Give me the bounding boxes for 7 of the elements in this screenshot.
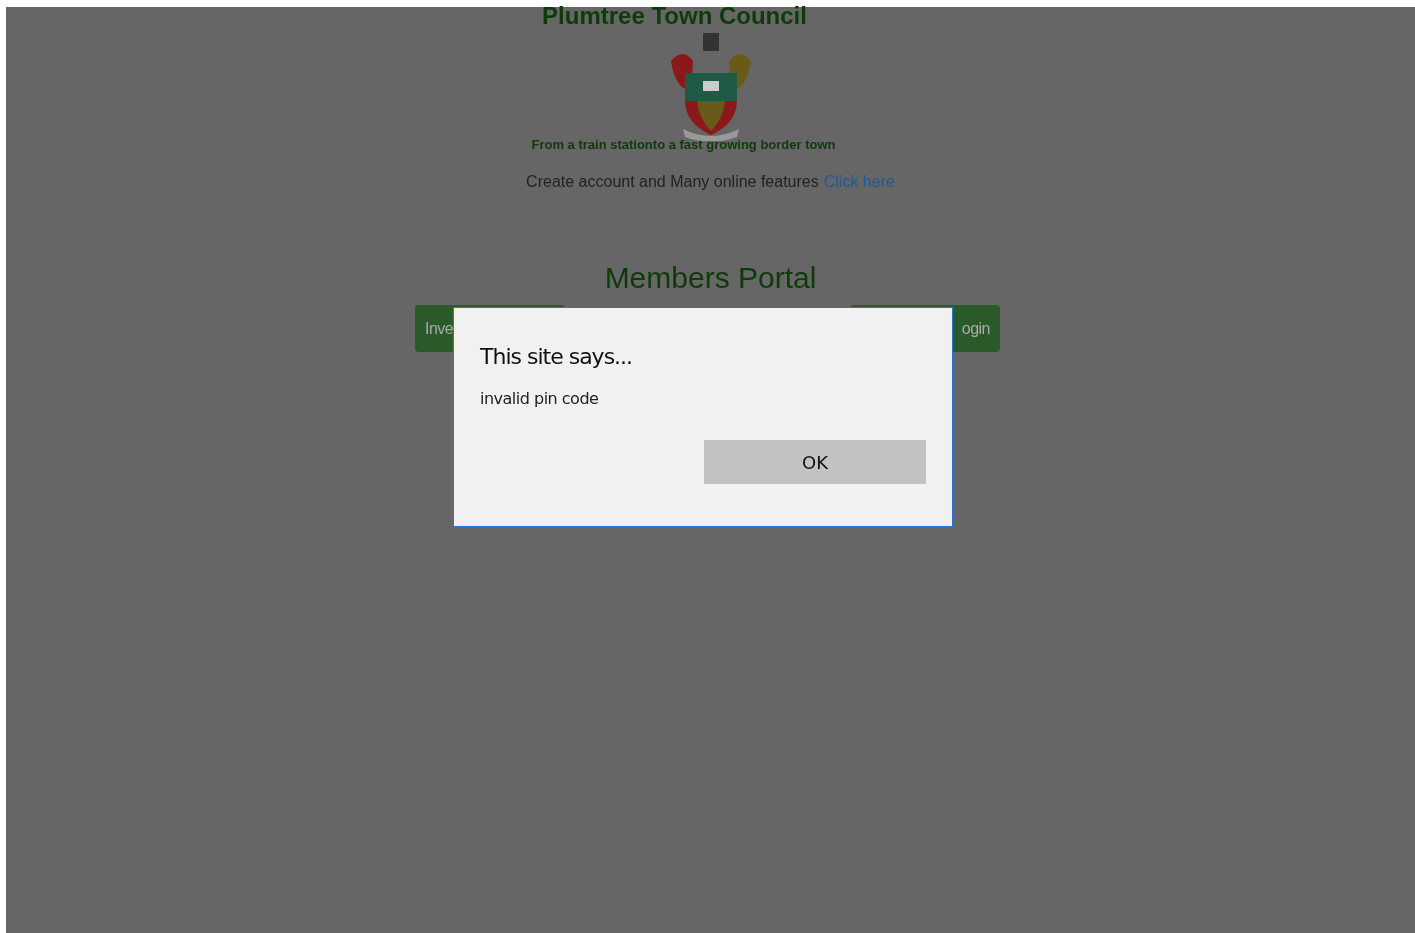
dialog-title: This site says... [480,344,634,369]
promo-text: Create account and Many online features [526,173,819,191]
dialog-message: invalid pin code [480,389,600,408]
slogan-text: From a train stationto a fast growing border town [531,137,836,152]
portal-title: Members Portal [604,261,817,295]
site-title: Plumtree Town Council [542,7,807,25]
ok-button[interactable]: OK [704,440,926,484]
